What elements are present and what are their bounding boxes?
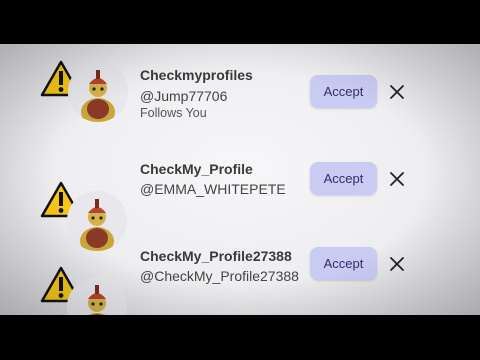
accept-button[interactable]: Accept — [310, 247, 377, 280]
request-list: Checkmyprofiles @Jump77706 Follows You A… — [0, 44, 480, 315]
request-row: CheckMy_Profile27388 @CheckMy_Profile273… — [0, 222, 480, 315]
close-icon[interactable] — [387, 169, 407, 189]
profile-name[interactable]: CheckMy_Profile27388 — [140, 248, 292, 264]
close-icon[interactable] — [387, 254, 407, 274]
profile-handle: @Jump77706 — [140, 88, 228, 104]
request-row: CheckMy_Profile @EMMA_WHITEPETE Accept — [0, 135, 480, 251]
follows-you-label: Follows You — [140, 106, 207, 120]
profile-handle: @EMMA_WHITEPETE — [140, 181, 286, 197]
accept-button[interactable]: Accept — [310, 75, 377, 108]
accept-button[interactable]: Accept — [310, 162, 377, 195]
avatar-image — [68, 62, 128, 122]
profile-name[interactable]: Checkmyprofiles — [140, 67, 253, 83]
request-row: Checkmyprofiles @Jump77706 Follows You A… — [0, 46, 480, 132]
profile-handle: @CheckMy_Profile27388 — [140, 268, 299, 284]
close-icon[interactable] — [387, 82, 407, 102]
profile-name[interactable]: CheckMy_Profile — [140, 161, 253, 177]
avatar[interactable] — [68, 62, 128, 122]
